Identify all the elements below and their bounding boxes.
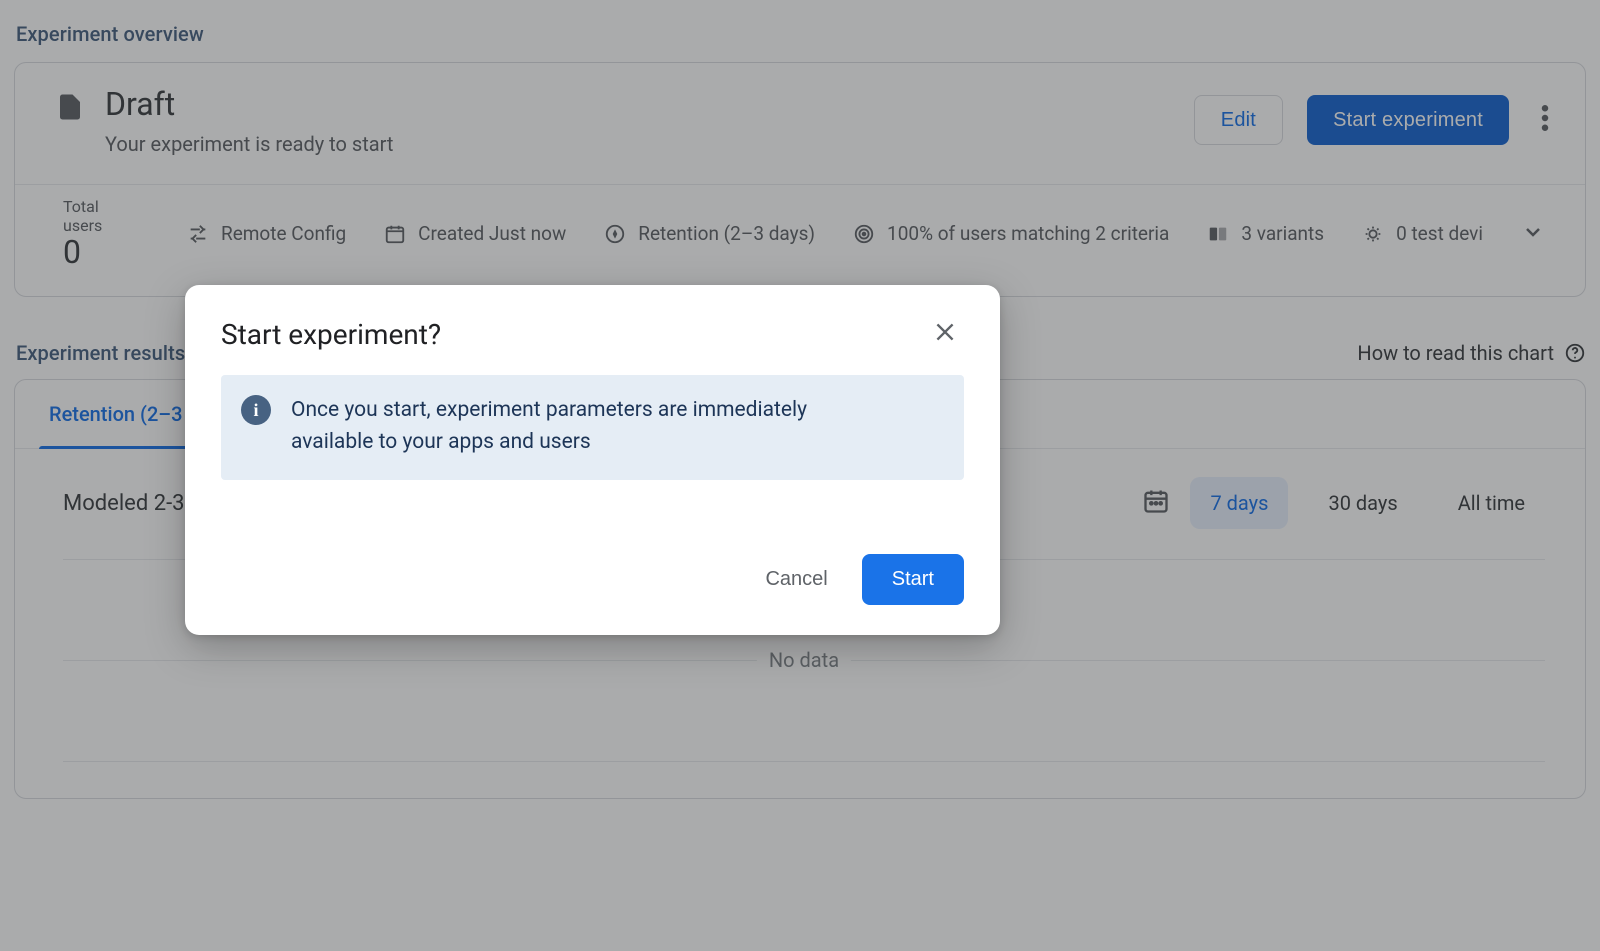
- info-banner: i Once you start, experiment parameters …: [221, 375, 964, 480]
- modal-scrim[interactable]: Start experiment? i Once you start, expe…: [0, 0, 1600, 951]
- info-icon: i: [241, 395, 271, 425]
- close-icon[interactable]: [926, 313, 964, 355]
- cancel-button[interactable]: Cancel: [743, 554, 849, 605]
- info-text: Once you start, experiment parameters ar…: [291, 395, 851, 458]
- dialog-title: Start experiment?: [221, 318, 441, 351]
- start-experiment-dialog: Start experiment? i Once you start, expe…: [185, 285, 1000, 635]
- start-button[interactable]: Start: [862, 554, 964, 605]
